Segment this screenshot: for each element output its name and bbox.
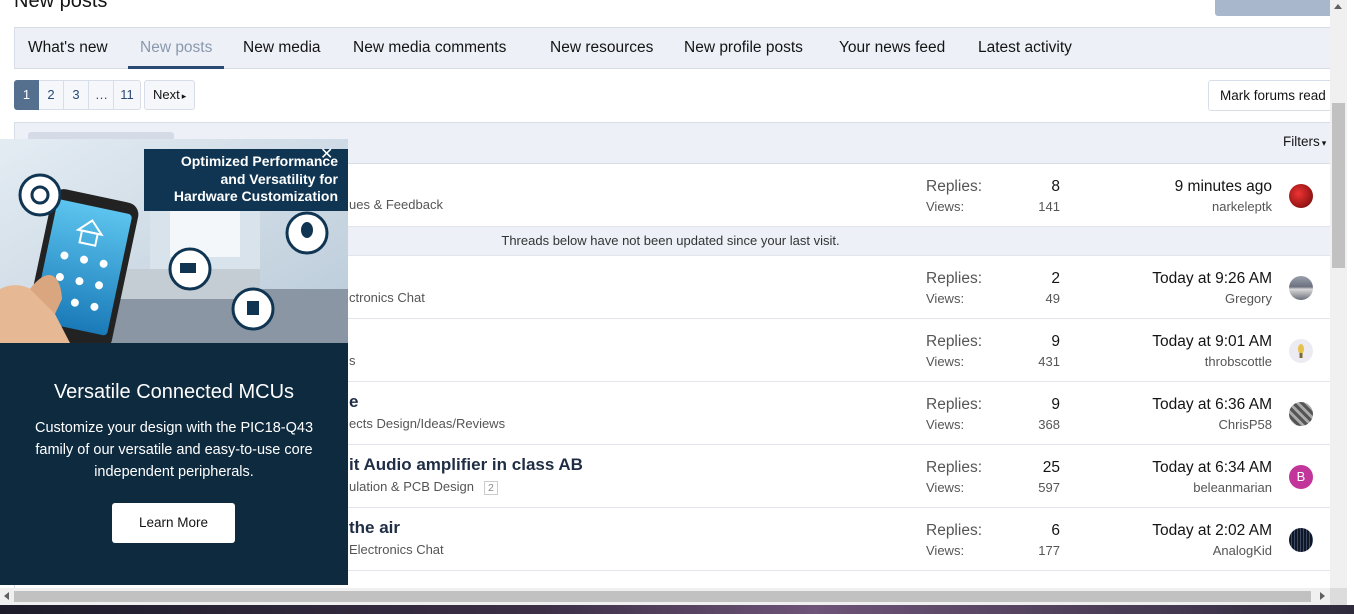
last-post-time[interactable]: Today at 6:36 AM	[1152, 396, 1272, 414]
post-thread-button[interactable]	[1215, 0, 1330, 16]
views-label: Views:	[926, 354, 965, 369]
ad-image[interactable]: Optimized Performance and Versatility fo…	[0, 139, 348, 343]
avatar[interactable]	[1289, 402, 1313, 426]
ad-headline-line: Hardware Customization	[173, 188, 338, 204]
vertical-scrollbar[interactable]	[1330, 0, 1347, 588]
ad-overlay: Optimized Performance and Versatility fo…	[0, 139, 348, 585]
page-link-3[interactable]: 3	[64, 80, 89, 110]
last-post-time[interactable]: Today at 6:34 AM	[1152, 459, 1272, 477]
replies-label: Replies:	[926, 459, 982, 476]
page-link-2[interactable]: 2	[39, 80, 64, 110]
ad-title: Versatile Connected MCUs	[53, 381, 295, 403]
views-count: 177	[1038, 543, 1060, 558]
whats-new-tab-bar: What's new New posts New media New media…	[14, 27, 1330, 69]
last-post-time[interactable]: Today at 9:26 AM	[1152, 270, 1272, 288]
scroll-right-arrow-icon[interactable]	[1320, 592, 1325, 600]
tab-new-profile-posts[interactable]: New profile posts	[684, 28, 803, 69]
pagination: 1 2 3 … 11	[14, 80, 141, 110]
views-count: 49	[1045, 291, 1060, 306]
thread-title[interactable]: it Audio amplifier in class AB	[349, 455, 583, 475]
avatar[interactable]	[1289, 276, 1313, 300]
thread-page-link[interactable]: 2	[484, 481, 498, 495]
forum-page: New posts What's new New posts New media…	[0, 0, 1330, 588]
filters-button[interactable]: Filters ▾	[1283, 134, 1326, 149]
ad-headline-line: and Versatility for	[220, 170, 338, 187]
views-count: 431	[1038, 354, 1060, 369]
close-icon[interactable]: ✕	[320, 147, 333, 163]
ad-headline-line: Optimized Performance	[180, 153, 338, 169]
window-edge	[1347, 0, 1354, 605]
next-page-button[interactable]: Next ▸	[144, 80, 196, 110]
replies-label: Replies:	[926, 333, 982, 350]
caret-down-icon: ▾	[1321, 138, 1327, 148]
replies-count: 8	[1051, 178, 1060, 195]
tab-new-media[interactable]: New media	[243, 28, 321, 69]
thread-forum[interactable]: Electronics Chat	[349, 542, 444, 557]
avatar[interactable]	[1289, 528, 1313, 552]
tab-latest-activity[interactable]: Latest activity	[978, 28, 1072, 69]
page-link-11[interactable]: 11	[114, 80, 141, 110]
filters-label: Filters	[1283, 134, 1320, 149]
last-post-time[interactable]: Today at 9:01 AM	[1152, 333, 1272, 351]
desktop-background	[0, 605, 1354, 614]
page-link-ellipsis[interactable]: …	[89, 80, 114, 110]
replies-count: 9	[1051, 333, 1060, 350]
views-count: 368	[1038, 417, 1060, 432]
avatar[interactable]	[1289, 184, 1313, 208]
page-link-1[interactable]: 1	[14, 80, 39, 110]
tab-new-media-comments[interactable]: New media comments	[353, 28, 506, 69]
replies-count: 25	[1042, 459, 1060, 476]
replies-label: Replies:	[926, 396, 982, 413]
scroll-left-arrow-icon[interactable]	[4, 592, 9, 600]
vertical-scroll-thumb[interactable]	[1332, 103, 1345, 268]
replies-label: Replies:	[926, 178, 982, 195]
replies-count: 2	[1051, 270, 1060, 287]
last-post-user[interactable]: throbscottle	[1205, 354, 1272, 369]
horizontal-scroll-thumb[interactable]	[14, 591, 1311, 602]
ad-headline: Optimized Performance and Versatility fo…	[144, 153, 338, 206]
scroll-up-arrow-icon[interactable]	[1334, 4, 1342, 9]
last-post-user[interactable]: Gregory	[1225, 291, 1272, 306]
last-post-user[interactable]: AnalogKid	[1213, 543, 1272, 558]
learn-more-button[interactable]: Learn More	[112, 503, 235, 543]
views-count: 141	[1038, 199, 1060, 214]
scrollbar-corner	[1330, 588, 1347, 605]
next-label: Next	[153, 87, 180, 102]
views-label: Views:	[926, 480, 965, 495]
last-post-time[interactable]: 9 minutes ago	[1175, 178, 1272, 196]
thread-forum[interactable]: ctronics Chat	[349, 290, 425, 305]
tab-your-news-feed[interactable]: Your news feed	[839, 28, 945, 69]
caret-right-icon: ▸	[181, 91, 187, 101]
last-post-user[interactable]: ChrisP58	[1219, 417, 1272, 432]
replies-count: 6	[1051, 522, 1060, 539]
last-post-user[interactable]: narkeleptk	[1212, 199, 1272, 214]
avatar[interactable]: B	[1289, 465, 1313, 489]
last-post-time[interactable]: Today at 2:02 AM	[1152, 522, 1272, 540]
tab-whats-new[interactable]: What's new	[28, 28, 108, 69]
views-label: Views:	[926, 291, 965, 306]
ad-description: Customize your design with the PIC18-Q43…	[34, 420, 314, 480]
views-count: 597	[1038, 480, 1060, 495]
bulb-icon	[1298, 344, 1304, 358]
thread-title[interactable]: the air	[349, 518, 400, 538]
thread-forum[interactable]: ects Design/Ideas/Reviews	[349, 416, 505, 431]
thread-forum[interactable]: s	[349, 353, 356, 368]
replies-count: 9	[1051, 396, 1060, 413]
views-label: Views:	[926, 199, 965, 214]
last-post-user[interactable]: beleanmarian	[1193, 480, 1272, 495]
tab-new-posts[interactable]: New posts	[128, 28, 225, 69]
thread-forum[interactable]: ues & Feedback	[349, 197, 443, 212]
avatar[interactable]	[1289, 339, 1313, 363]
page-title: New posts	[14, 0, 108, 12]
replies-label: Replies:	[926, 270, 982, 287]
thread-forum[interactable]: ulation & PCB Design 2	[349, 479, 498, 495]
views-label: Views:	[926, 543, 965, 558]
thread-title[interactable]: e	[349, 392, 358, 412]
thread-forum-label: ulation & PCB Design	[349, 479, 475, 494]
tab-new-resources[interactable]: New resources	[550, 28, 653, 69]
views-label: Views:	[926, 417, 965, 432]
replies-label: Replies:	[926, 522, 982, 539]
mark-forums-read-button[interactable]: Mark forums read	[1208, 80, 1330, 111]
